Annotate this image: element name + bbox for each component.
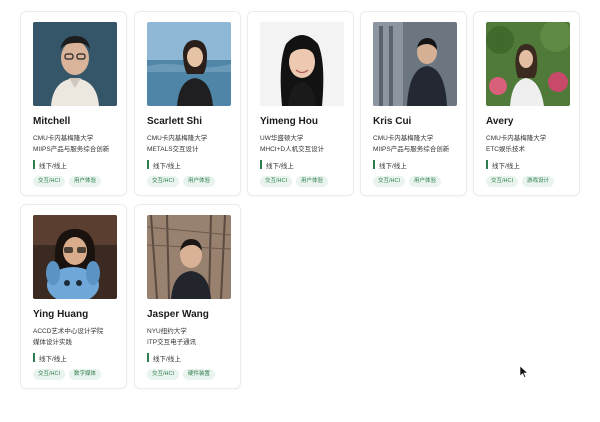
mentor-photo: [260, 22, 344, 106]
tag: 交互/HCI: [33, 369, 66, 380]
mentor-name: Avery: [486, 116, 514, 127]
mentor-program: 媒体设计实践: [33, 339, 72, 346]
mentor-tags: 交互/HCI 游戏设计: [486, 176, 555, 187]
tag: 交互/HCI: [260, 176, 293, 187]
mentor-school: CMU卡内基梅隆大学: [147, 135, 208, 142]
tag: 交互/HCI: [147, 369, 180, 380]
mentor-photo: [33, 215, 117, 299]
tag: 硬件装置: [183, 369, 216, 380]
mentor-card[interactable]: Avery CMU卡内基梅隆大学 ETC娱乐技术 线下/线上 交互/HCI 游戏…: [473, 11, 580, 196]
mentor-name: Yimeng Hou: [260, 116, 318, 127]
mentor-program: METALS交互设计: [147, 146, 199, 153]
mentor-photo: [147, 215, 231, 299]
mentor-school: CMU卡内基梅隆大学: [33, 135, 94, 142]
mentor-card[interactable]: Mitchell CMU卡内基梅隆大学 MIIPS产品与服务综合创新 线下/线上…: [20, 11, 127, 196]
mentor-photo: [33, 22, 117, 106]
mentor-card[interactable]: Yimeng Hou UW华盛顿大学 MHCI+D人机交互设计 线下/线上 交互…: [247, 11, 354, 196]
mentor-card[interactable]: Ying Huang ACCD艺术中心设计学院 媒体设计实践 线下/线上 交互/…: [20, 204, 127, 389]
mentor-mode: 线下/线上: [33, 353, 67, 363]
tag: 游戏设计: [522, 176, 555, 187]
mentor-program: MIIPS产品与服务综合创新: [33, 146, 110, 153]
tag: 数字媒体: [69, 369, 102, 380]
mentor-card[interactable]: Kris Cui CMU卡内基梅隆大学 MIIPS产品与服务综合创新 线下/线上…: [360, 11, 467, 196]
tag: 交互/HCI: [373, 176, 406, 187]
mentor-name: Ying Huang: [33, 309, 89, 320]
mentor-card[interactable]: Scarlett Shi CMU卡内基梅隆大学 METALS交互设计 线下/线上…: [134, 11, 241, 196]
mentor-school: CMU卡内基梅隆大学: [486, 135, 547, 142]
mouse-cursor-icon: [520, 366, 528, 378]
mentor-mode: 线下/线上: [260, 160, 294, 170]
mentor-tags: 交互/HCI 用户体验: [147, 176, 216, 187]
mentor-program: ETC娱乐技术: [486, 146, 525, 153]
mentor-name: Scarlett Shi: [147, 116, 203, 127]
tag: 用户体验: [69, 176, 102, 187]
mentor-tags: 交互/HCI 用户体验: [260, 176, 329, 187]
mentor-mode: 线下/线上: [147, 353, 181, 363]
mentor-school: ACCD艺术中心设计学院: [33, 328, 104, 335]
tag: 用户体验: [296, 176, 329, 187]
tag: 用户体验: [183, 176, 216, 187]
mentor-program: ITP交互电子通讯: [147, 339, 197, 346]
mentor-mode: 线下/线上: [373, 160, 407, 170]
mentor-school: CMU卡内基梅隆大学: [373, 135, 434, 142]
mentor-mode: 线下/线上: [486, 160, 520, 170]
tag: 交互/HCI: [33, 176, 66, 187]
mentor-card[interactable]: Jasper Wang NYU纽约大学 ITP交互电子通讯 线下/线上 交互/H…: [134, 204, 241, 389]
mentor-name: Mitchell: [33, 116, 71, 127]
mentor-tags: 交互/HCI 用户体验: [33, 176, 102, 187]
mentor-photo: [486, 22, 570, 106]
mentor-mode: 线下/线上: [33, 160, 67, 170]
mentor-school: NYU纽约大学: [147, 328, 187, 335]
mentor-program: MIIPS产品与服务综合创新: [373, 146, 450, 153]
mentor-tags: 交互/HCI 数字媒体: [33, 369, 102, 380]
mentor-name: Kris Cui: [373, 116, 412, 127]
mentor-school: UW华盛顿大学: [260, 135, 304, 142]
mentor-program: MHCI+D人机交互设计: [260, 146, 325, 153]
tag: 交互/HCI: [147, 176, 180, 187]
tag: 用户体验: [409, 176, 442, 187]
mentor-mode: 线下/线上: [147, 160, 181, 170]
mentor-name: Jasper Wang: [147, 309, 209, 320]
mentor-tags: 交互/HCI 用户体验: [373, 176, 442, 187]
mentor-photo: [373, 22, 457, 106]
mentor-tags: 交互/HCI 硬件装置: [147, 369, 216, 380]
tag: 交互/HCI: [486, 176, 519, 187]
mentor-photo: [147, 22, 231, 106]
